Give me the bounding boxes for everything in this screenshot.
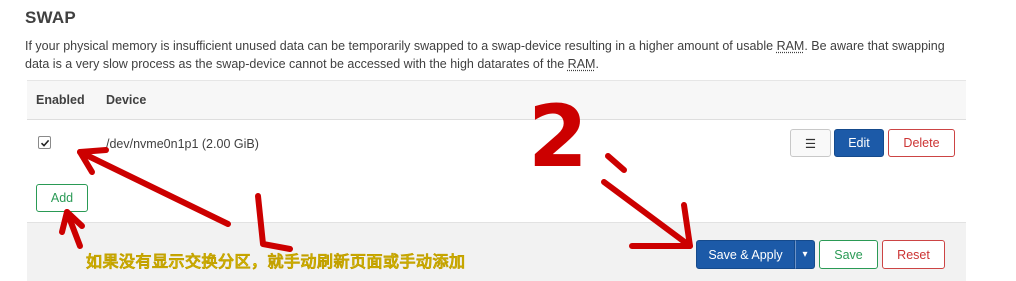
section-title: SWAP — [25, 8, 76, 27]
ram-abbr: RAM — [567, 57, 596, 71]
header-device: Device — [106, 93, 147, 107]
desc-text-1: If your physical memory is insufficient … — [25, 39, 777, 53]
caret-down-icon: ▾ — [802, 249, 808, 260]
section-description: If your physical memory is insufficient … — [25, 37, 955, 73]
annotation-note: 如果没有显示交换分区，就手动刷新页面或手动添加 — [86, 252, 466, 271]
device-name: /dev/nvme0n1p1 (2.00 GiB) — [106, 137, 259, 151]
swap-page: SWAP If your physical memory is insuffic… — [0, 0, 1016, 281]
delete-button[interactable]: Delete — [888, 129, 955, 157]
table-header: Enabled Device — [27, 81, 966, 120]
reset-button[interactable]: Reset — [882, 240, 945, 269]
swap-table: Enabled Device /dev/nvme0n1p1 (2.00 GiB)… — [27, 80, 966, 223]
menu-button[interactable]: ☰ — [790, 129, 831, 157]
save-apply-dropdown-button[interactable]: ▾ — [795, 240, 815, 269]
save-button[interactable]: Save — [819, 240, 878, 269]
header-enabled: Enabled — [36, 93, 85, 107]
check-icon — [40, 139, 49, 147]
save-apply-button[interactable]: Save & Apply — [696, 240, 795, 269]
add-button[interactable]: Add — [36, 184, 88, 212]
edit-button[interactable]: Edit — [834, 129, 884, 157]
menu-icon: ☰ — [804, 136, 817, 151]
ram-abbr: RAM — [776, 39, 805, 53]
desc-text-3: . — [595, 57, 599, 71]
enabled-checkbox[interactable] — [38, 136, 51, 149]
